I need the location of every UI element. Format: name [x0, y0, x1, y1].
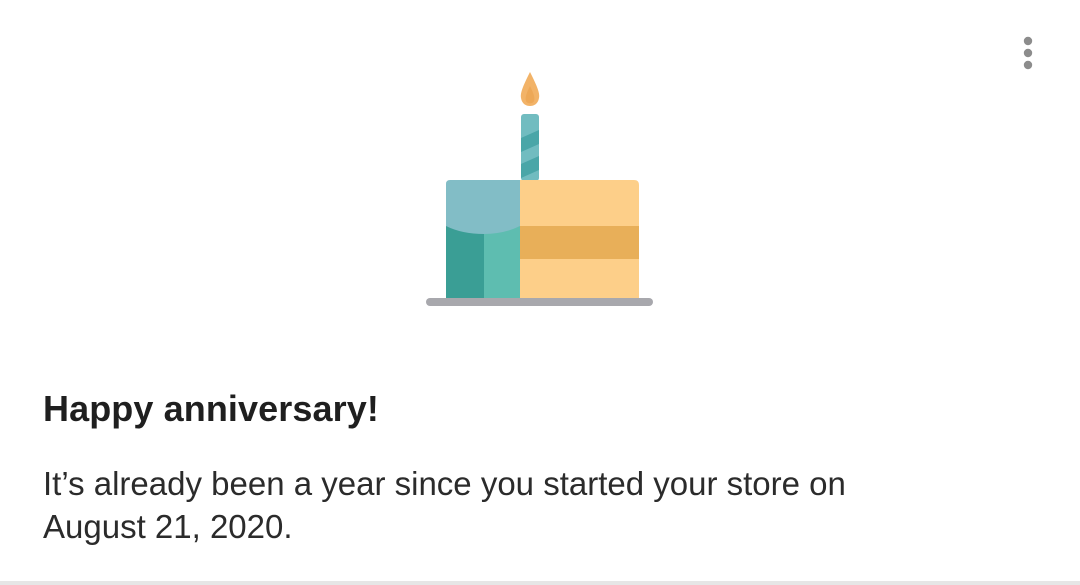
- anniversary-card: Happy anniversary! It’s already been a y…: [0, 0, 1080, 582]
- card-body-line-1: It’s already been a year since you start…: [43, 465, 846, 502]
- overflow-menu-button[interactable]: [1004, 28, 1052, 76]
- card-body-text: It’s already been a year since you start…: [43, 462, 1033, 548]
- birthday-cake-icon: [426, 72, 653, 306]
- card-body-line-2: August 21, 2020.: [43, 508, 293, 545]
- card-divider: [0, 581, 1080, 585]
- cake-plate: [426, 298, 653, 306]
- card-title: Happy anniversary!: [43, 388, 379, 429]
- more-vert-icon: [1023, 36, 1033, 70]
